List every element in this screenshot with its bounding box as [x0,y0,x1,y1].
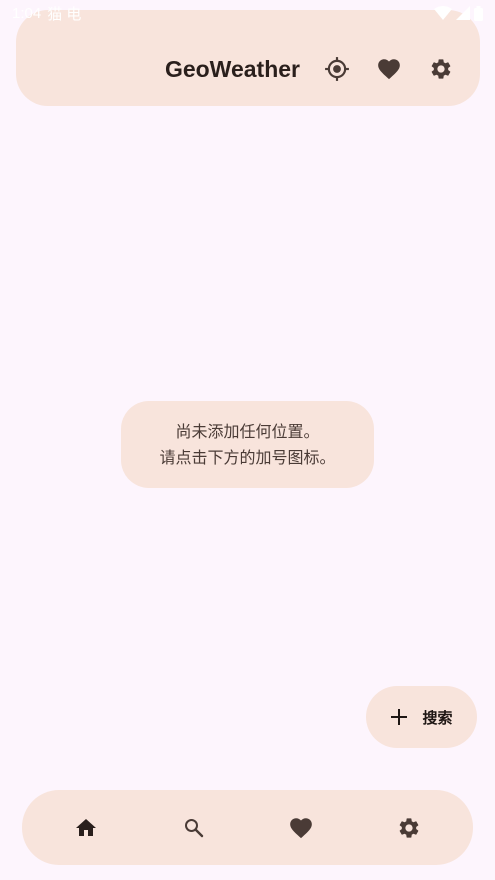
wifi-icon [434,6,452,20]
my-location-button[interactable] [314,46,360,92]
heart-icon [378,59,400,80]
status-time: 1:04 [12,4,42,22]
empty-state-message: 尚未添加任何位置。 请点击下方的加号图标。 [121,401,374,488]
status-bar: 1:04 猫 电 [0,0,495,26]
my-location-icon [325,57,349,81]
settings-button[interactable] [418,46,464,92]
empty-state-line-1: 尚未添加任何位置。 [175,421,320,441]
signal-icon [456,6,470,20]
nav-settings[interactable] [381,800,437,856]
nav-home[interactable] [58,800,114,856]
favorites-button[interactable] [366,46,412,92]
search-fab[interactable]: 搜索 [366,686,477,748]
home-icon [75,818,96,836]
battery-icon [474,5,483,21]
status-right [434,5,483,21]
nav-favorites[interactable] [273,800,329,856]
gear-icon [399,817,419,838]
plus-icon [391,709,408,725]
heart-icon [290,817,313,838]
nav-search[interactable] [166,800,222,856]
fab-label: 搜索 [422,708,453,727]
status-left: 1:04 猫 电 [12,3,81,24]
empty-state-line-2: 请点击下方的加号图标。 [159,447,336,467]
search-icon [184,818,203,837]
bottom-navigation [22,790,473,865]
gear-icon [431,59,451,79]
status-extra: 猫 电 [47,5,82,23]
app-title: GeoWeather [164,55,300,82]
